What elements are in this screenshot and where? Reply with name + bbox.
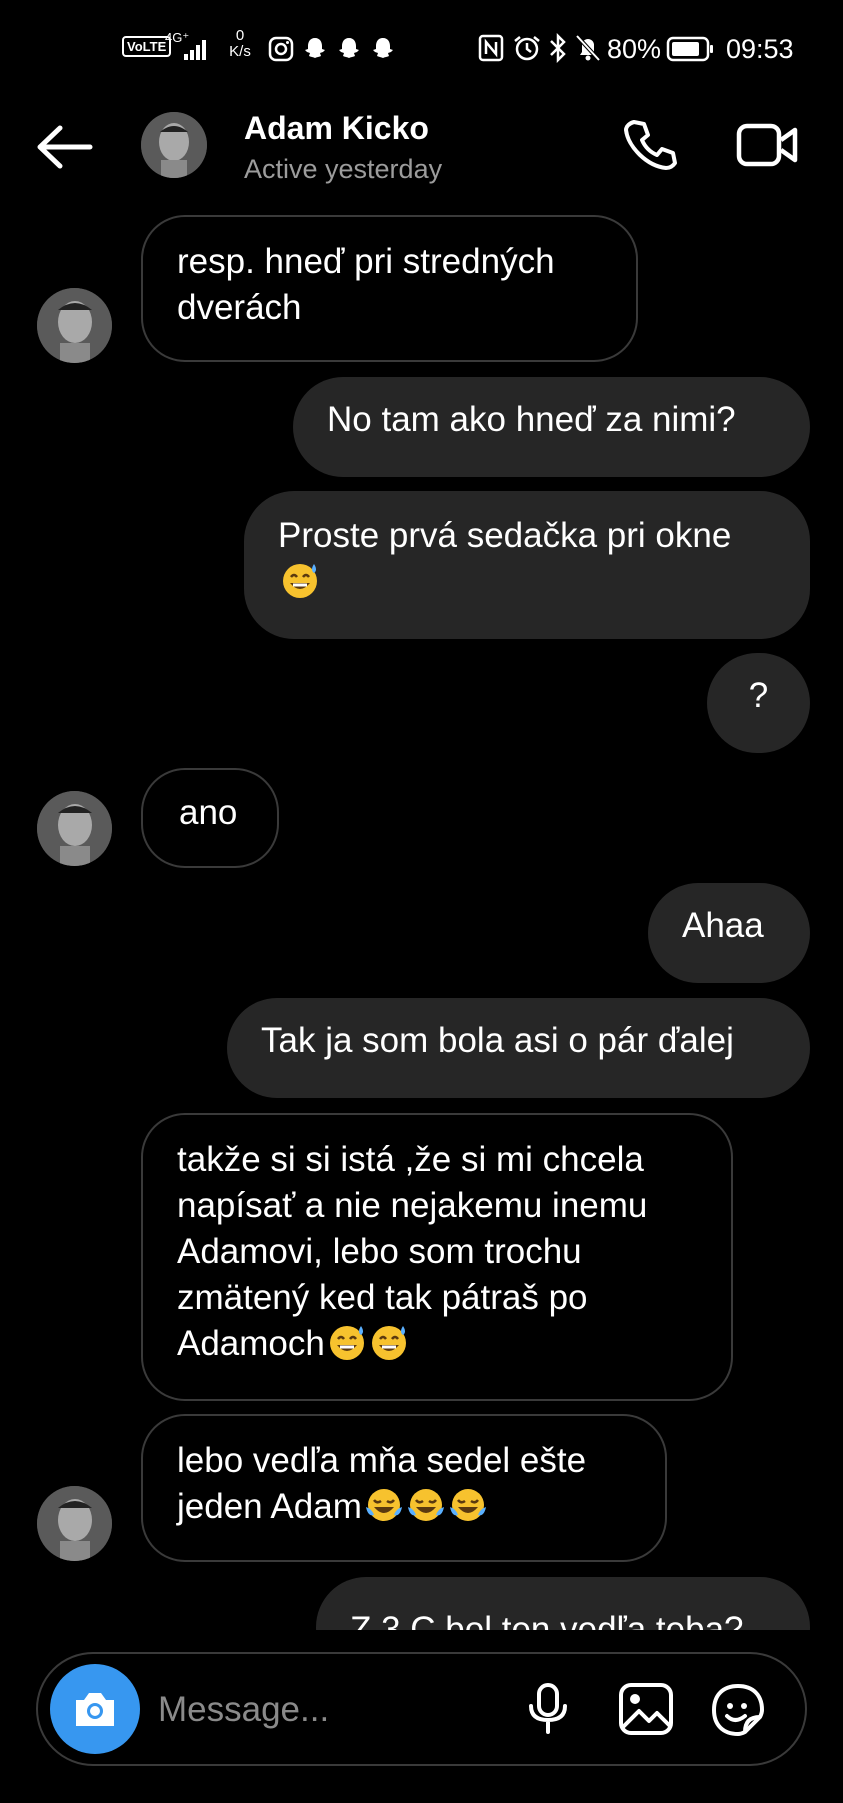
clock: 09:53 [726, 34, 794, 64]
message-text: Z 3.C bol ten vedľa teba? [350, 1610, 744, 1630]
signal-icon [184, 40, 206, 60]
phone-call-icon[interactable] [622, 118, 678, 174]
avatar-photo [37, 288, 112, 363]
message-text: ano [179, 793, 238, 832]
sweat-smile-emoji [283, 564, 317, 598]
snapchat-icon [339, 38, 359, 58]
battery-icon [666, 36, 713, 62]
camera-icon [76, 1693, 114, 1726]
snapchat-icon [373, 38, 393, 58]
tears-of-joy-emoji [449, 1489, 486, 1521]
back-arrow-icon[interactable] [36, 124, 94, 170]
net-speed: 0 K/s [222, 28, 258, 60]
message-composer: Message... [36, 1652, 807, 1766]
sent-message[interactable]: No tam ako hneď za nimi? [293, 377, 810, 477]
bluetooth-icon [550, 33, 566, 63]
volte-indicator: VoLTE [122, 36, 172, 57]
avatar-photo [141, 112, 207, 178]
net-speed-unit: K/s [229, 43, 251, 60]
microphone-icon[interactable] [526, 1682, 570, 1738]
message-text: takže si si istá ,že si mi chcela napísa… [177, 1140, 648, 1363]
tears-of-joy-emoji [365, 1489, 402, 1521]
sweat-smile-emoji [329, 1326, 364, 1360]
received-message[interactable]: ano [141, 768, 279, 868]
sent-message[interactable]: Proste prvá sedačka pri okne [244, 491, 810, 639]
message-text: Ahaa [682, 906, 764, 945]
sender-avatar[interactable] [37, 288, 112, 363]
sender-avatar[interactable] [37, 791, 112, 866]
message-text: Tak ja som bola asi o pár ďalej [261, 1021, 734, 1060]
sender-avatar[interactable] [37, 1486, 112, 1561]
avatar-photo [37, 791, 112, 866]
mute-bell-icon [575, 34, 601, 62]
received-message[interactable]: takže si si istá ,že si mi chcela napísa… [141, 1113, 733, 1401]
contact-avatar[interactable] [141, 112, 207, 178]
message-input[interactable]: Message... [158, 1690, 518, 1730]
sent-message[interactable]: ? [707, 653, 810, 753]
camera-button[interactable] [50, 1664, 140, 1754]
avatar-photo [37, 1486, 112, 1561]
net-speed-value: 0 [235, 27, 245, 44]
message-text: ? [748, 676, 769, 715]
nfc-icon [478, 34, 504, 62]
alarm-icon [514, 36, 540, 61]
sent-message[interactable]: Tak ja som bola asi o pár ďalej [227, 998, 810, 1098]
contact-name[interactable]: Adam Kicko [244, 110, 429, 147]
status-bar: VoLTE 4G⁺ 0 K/s 80% 09:53 [0, 0, 843, 100]
received-message[interactable]: resp. hneď pri stredných dverách [141, 215, 638, 362]
sent-message[interactable]: Z 3.C bol ten vedľa teba? [316, 1577, 810, 1630]
video-call-icon[interactable] [736, 120, 800, 170]
instagram-icon [268, 36, 294, 62]
sweat-smile-emoji [371, 1326, 406, 1360]
tears-of-joy-emoji [407, 1489, 444, 1521]
sent-message[interactable]: Ahaa [648, 883, 810, 983]
message-text: Proste prvá sedačka pri okne [278, 516, 732, 555]
battery-percent: 80% [607, 34, 662, 64]
gallery-icon[interactable] [618, 1682, 674, 1736]
received-message[interactable]: lebo vedľa mňa sedel ešte jeden Adam [141, 1414, 667, 1562]
snapchat-icon [305, 38, 325, 58]
message-text: No tam ako hneď za nimi? [327, 400, 736, 439]
message-thread[interactable]: resp. hneď pri stredných dverách No tam … [0, 200, 843, 1630]
sticker-icon[interactable] [710, 1682, 766, 1738]
contact-status: Active yesterday [244, 154, 443, 184]
message-text: resp. hneď pri stredných dverách [177, 242, 555, 327]
